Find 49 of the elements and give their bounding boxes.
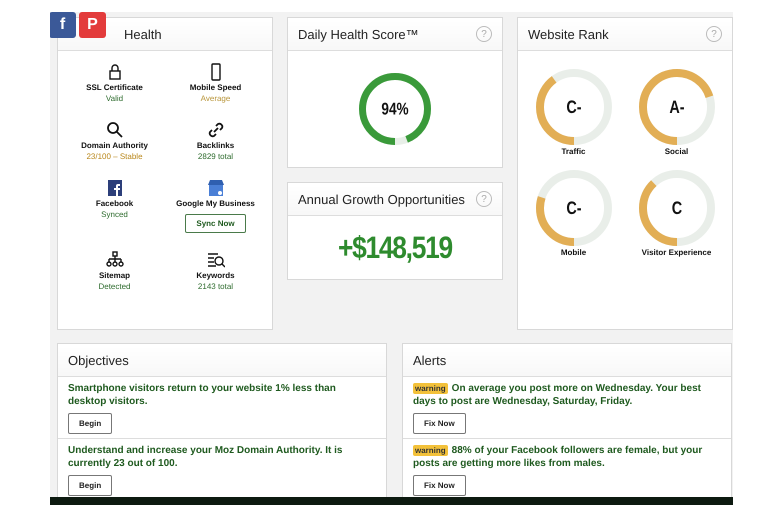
sync-button[interactable]: Sync Now [185,214,246,233]
score-value: 94% [381,100,409,118]
rank-label: Social [664,147,688,156]
card-title: Annual Growth Opportunities [298,192,465,206]
keyword-search-icon [206,251,224,269]
metric-label: Backlinks [196,141,234,150]
alert-text: warning On average you post more on Wednesday. Your best days to post are Wednesday, Saturday, Friday. [413,382,702,408]
metric-status: Detected [98,282,131,291]
objective-text: Smartphone visitors return to your website 1% less than desktop visitors. [68,382,337,408]
metric-label: Google My Business [176,199,255,208]
card-title: Health [123,26,162,42]
metric-status: 23/100 – Stable [86,152,143,161]
alert-text: warning 88% of your Facebook followers are female, but your posts are getting more likes from males. [413,444,704,470]
rank-label: Mobile [560,248,586,257]
share-button[interactable]: f [50,12,76,38]
metric-label: Domain Authority [81,141,148,150]
metric-status: Synced [101,210,128,219]
metric-label: SSL Certificate [86,83,143,92]
growth-value: +$148,519 [338,230,452,266]
sitemap-icon [106,251,124,269]
share-button[interactable]: P [79,12,106,38]
metric-status: Average [200,94,230,103]
metric-status: Valid [106,94,124,103]
begin-button[interactable]: Begin [68,413,112,434]
card-title: Daily Health Score™ [298,26,419,42]
link-icon [206,121,224,139]
metric-label: Keywords [196,271,235,280]
rank-grade: C- [566,199,582,217]
rank-label: Visitor Experience [642,248,712,257]
card-title: Alerts [413,352,446,368]
rank-grade: C- [566,98,582,116]
metric-label: Facebook [96,199,134,208]
rank-grade: C [671,199,682,217]
begin-button[interactable]: Begin [68,475,112,496]
facebook-icon [106,179,124,197]
card-title: Objectives [68,352,129,368]
metric-status: 2829 total [198,152,234,161]
metric-label: Mobile Speed [190,83,242,92]
search-icon [106,121,124,139]
metric-label: Sitemap [98,271,130,280]
fix-button[interactable]: Fix Now [413,475,466,496]
fix-button[interactable]: Fix Now [413,413,466,434]
objective-text: Understand and increase your Moz Domain Authority. It is currently 23 out of 100. [68,444,344,470]
rank-label: Traffic [561,147,586,156]
metric-status: 2143 total [198,282,234,291]
rank-grade: A- [668,98,684,116]
store-icon [206,179,224,197]
card-title: Website Rank [528,26,609,42]
score-ring [359,73,431,145]
